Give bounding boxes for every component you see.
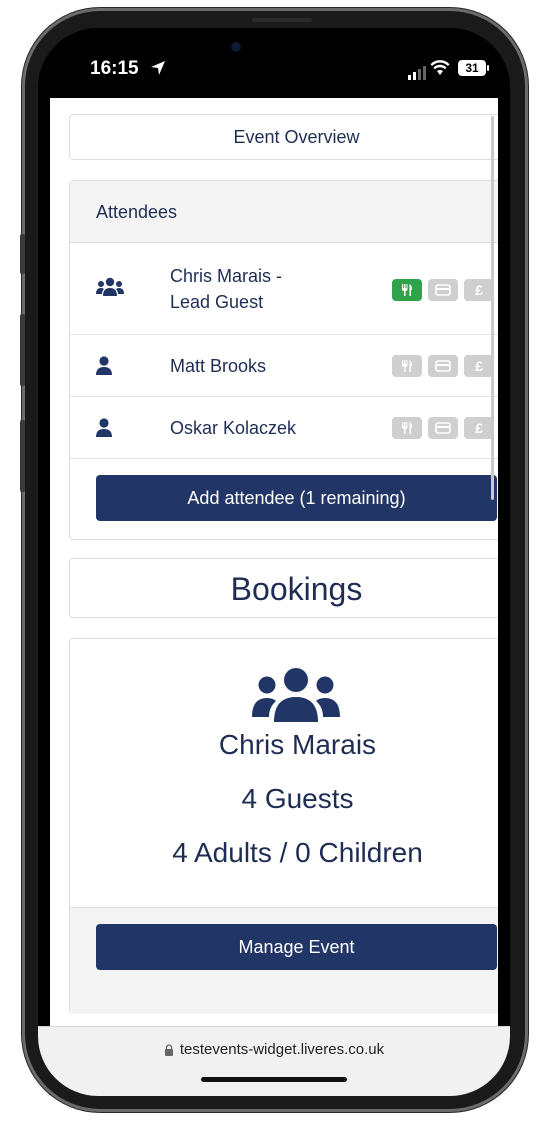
attendee-row[interactable]: Chris Marais - Lead Guest £	[70, 243, 498, 335]
booking-card-footer: Manage Event	[70, 907, 498, 1014]
group-icon	[96, 277, 124, 296]
person-icon	[96, 418, 112, 437]
meal-icon[interactable]	[392, 355, 422, 377]
battery-tip	[487, 65, 489, 71]
lock-icon	[164, 1044, 173, 1057]
attendee-badges: £	[392, 355, 494, 377]
location-arrow-icon	[151, 61, 165, 75]
attendee-name[interactable]: Matt Brooks	[170, 353, 266, 379]
scrollbar[interactable]	[491, 116, 494, 500]
payment-pound-icon[interactable]: £	[464, 355, 494, 377]
add-attendee-button[interactable]: Add attendee (1 remaining)	[96, 475, 497, 521]
card-icon[interactable]	[428, 417, 458, 439]
event-overview-card[interactable]: Event Overview	[69, 114, 498, 160]
booking-guest-count: 4 Guests	[241, 783, 354, 814]
attendee-name[interactable]: Chris Marais - Lead Guest	[170, 263, 282, 315]
bookings-title: Bookings	[230, 571, 363, 607]
volume-up-button	[20, 314, 25, 386]
group-icon	[252, 668, 340, 722]
meal-icon[interactable]	[392, 279, 422, 301]
status-bar: 16:15 31	[38, 28, 510, 98]
status-time: 16:15	[90, 58, 139, 79]
url-field[interactable]: testevents-widget.liveres.co.uk	[38, 1041, 510, 1058]
attendee-row[interactable]: Matt Brooks £	[70, 335, 498, 397]
attendee-badges: £	[392, 417, 494, 439]
payment-pound-icon[interactable]: £	[464, 279, 494, 301]
card-icon[interactable]	[428, 355, 458, 377]
manage-event-button[interactable]: Manage Event	[96, 924, 497, 970]
payment-pound-icon[interactable]: £	[464, 417, 494, 439]
event-overview-title[interactable]: Event Overview	[70, 115, 498, 159]
web-content[interactable]: Event Overview Attendees Chris Marais - …	[50, 98, 498, 1026]
meal-icon[interactable]	[392, 417, 422, 439]
attendee-row[interactable]: Oskar Kolaczek £	[70, 397, 498, 459]
person-icon	[96, 356, 112, 375]
booking-summary-card: Chris Marais 4 Guests 4 Adults / 0 Child…	[69, 638, 498, 1014]
card-icon[interactable]	[428, 279, 458, 301]
signal-icon	[408, 66, 426, 80]
volume-down-button	[20, 420, 25, 492]
attendees-heading: Attendees	[70, 181, 498, 243]
battery-indicator: 31	[458, 60, 486, 76]
speaker-grille	[252, 18, 312, 22]
attendee-badges: £	[392, 279, 494, 301]
attendees-card: Attendees Chris Marais - Lead Guest £ Ma…	[69, 180, 498, 540]
screen: 16:15 31 Event Overview Attendees Chris …	[38, 28, 510, 1096]
browser-address-bar[interactable]: testevents-widget.liveres.co.uk	[38, 1026, 510, 1096]
front-camera	[231, 42, 241, 52]
home-indicator[interactable]	[201, 1077, 347, 1082]
url-text[interactable]: testevents-widget.liveres.co.uk	[180, 1041, 384, 1058]
bookings-header-card: Bookings	[69, 558, 498, 618]
attendee-name[interactable]: Oskar Kolaczek	[170, 415, 296, 441]
booking-name: Chris Marais	[218, 729, 377, 760]
booking-adult-child-split: 4 Adults / 0 Children	[172, 837, 423, 868]
wifi-icon	[430, 60, 450, 75]
mute-switch	[20, 234, 25, 274]
